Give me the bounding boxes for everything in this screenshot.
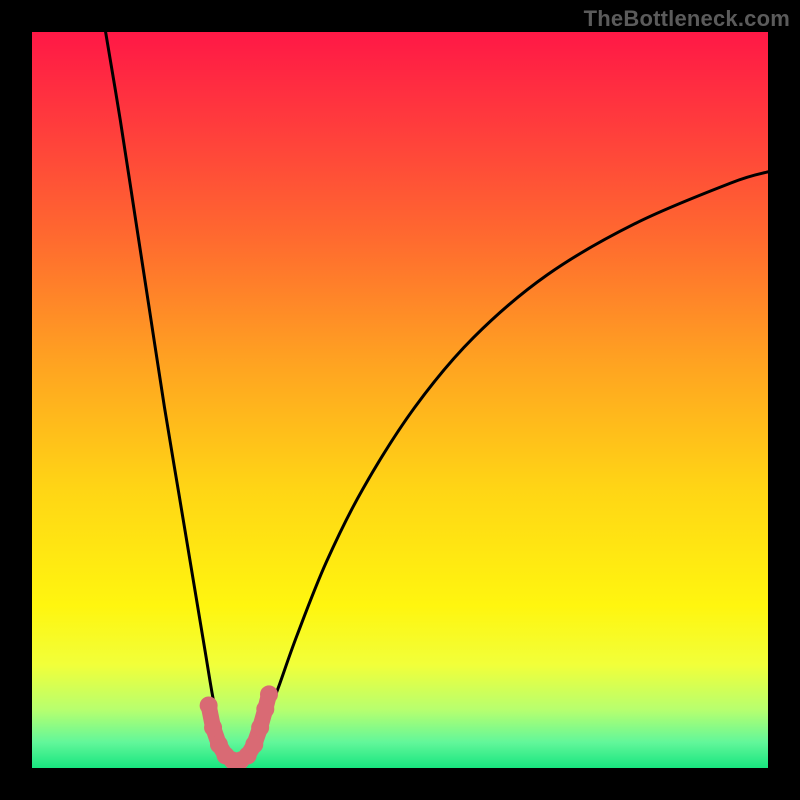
outer-frame: TheBottleneck.com xyxy=(0,0,800,800)
series-valley-marker-point xyxy=(251,719,269,737)
series-valley-marker-point xyxy=(200,696,218,714)
series-valley-marker-point xyxy=(204,719,222,737)
gradient-background xyxy=(32,32,768,768)
plot-area xyxy=(32,32,768,768)
series-valley-marker-point xyxy=(245,735,263,753)
watermark-label: TheBottleneck.com xyxy=(584,6,790,32)
series-valley-marker-point xyxy=(260,685,278,703)
chart-svg xyxy=(32,32,768,768)
